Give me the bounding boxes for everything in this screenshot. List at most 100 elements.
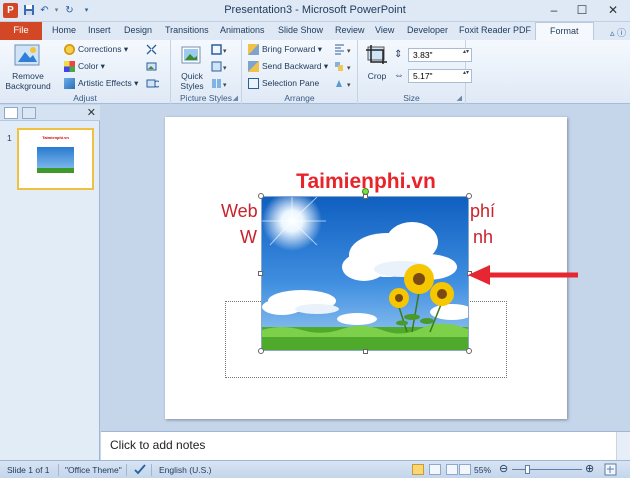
resize-handle-top-left[interactable] xyxy=(258,193,264,199)
tab-review[interactable]: Review xyxy=(335,25,365,35)
maximize-button[interactable]: ☐ xyxy=(567,0,597,21)
zoom-slider-thumb[interactable] xyxy=(525,465,530,474)
picture-styles-group: Quick Styles ▾ ▾ ▾ Picture Styles ◢ xyxy=(171,40,242,104)
resize-handle-bottom-right[interactable] xyxy=(466,348,472,354)
remove-background-button[interactable]: Remove Background xyxy=(2,71,54,91)
slide-show-view-button[interactable] xyxy=(459,464,471,475)
picture-effects-icon[interactable]: ▾ xyxy=(211,61,229,74)
fit-to-window-icon[interactable] xyxy=(604,463,617,478)
tab-format[interactable]: Format xyxy=(535,22,594,41)
tab-file[interactable]: File xyxy=(0,22,42,40)
size-launcher-icon[interactable]: ◢ xyxy=(457,94,462,102)
slide-text-line1-left[interactable]: Web xyxy=(221,201,258,222)
arrange-group-label: Arrange xyxy=(284,93,315,103)
selection-pane-icon xyxy=(248,78,259,90)
notes-scrollbar[interactable] xyxy=(616,432,630,461)
resize-handle-bottom[interactable] xyxy=(363,349,368,354)
rotate-icon[interactable]: ▾ xyxy=(334,78,354,91)
svg-text:▾: ▾ xyxy=(347,65,351,72)
group-objects-icon[interactable]: ▾ xyxy=(334,61,354,74)
tab-home[interactable]: Home xyxy=(52,25,76,35)
crop-button[interactable]: Crop xyxy=(360,71,394,81)
crop-icon[interactable] xyxy=(365,44,389,68)
slide-text-line2-left[interactable]: W xyxy=(240,227,257,248)
corrections-label: Corrections xyxy=(78,44,122,54)
send-backward-label: Send Backward xyxy=(262,61,322,71)
close-pane-icon[interactable]: ✕ xyxy=(87,106,96,119)
slide-thumbnail[interactable]: Taimienphi.vn xyxy=(17,128,94,190)
change-picture-icon[interactable] xyxy=(146,61,157,74)
corrections-button[interactable]: Corrections ▾ xyxy=(64,44,128,56)
adjust-group: Remove Background Corrections ▾ Color ▾ … xyxy=(0,40,171,104)
tab-developer[interactable]: Developer xyxy=(407,25,448,35)
tab-view[interactable]: View xyxy=(375,25,394,35)
notes-pane[interactable]: Click to add notes xyxy=(101,431,630,461)
svg-text:▾: ▾ xyxy=(223,82,227,89)
svg-text:▾: ▾ xyxy=(347,82,351,89)
color-button[interactable]: Color ▾ xyxy=(64,61,105,73)
thumbnail-title: Taimienphi.vn xyxy=(42,135,69,140)
selection-pane-label: Selection Pane xyxy=(262,78,320,88)
tab-foxit-reader-pdf[interactable]: Foxit Reader PDF xyxy=(459,25,531,35)
normal-view-button[interactable] xyxy=(412,464,424,475)
color-palette-icon xyxy=(64,61,75,73)
reset-picture-icon[interactable] xyxy=(146,78,161,91)
notes-placeholder[interactable]: Click to add notes xyxy=(110,438,205,452)
remove-background-icon[interactable] xyxy=(14,44,40,68)
tab-insert[interactable]: Insert xyxy=(88,25,111,35)
ribbon: Remove Background Corrections ▾ Color ▾ … xyxy=(0,40,630,104)
align-icon[interactable]: ▾ xyxy=(334,44,354,57)
tab-slide-show[interactable]: Slide Show xyxy=(278,25,323,35)
zoom-level[interactable]: 55% xyxy=(474,465,491,475)
title-bar: P ↶ ▾ ↻ ▾ Presentation3 - Microsoft Powe… xyxy=(0,0,630,22)
close-button[interactable]: ✕ xyxy=(598,0,628,21)
height-icon: ⇕ xyxy=(394,49,403,60)
thumbnail-picture xyxy=(37,147,74,173)
tab-transitions[interactable]: Transitions xyxy=(165,25,209,35)
zoom-in-icon[interactable]: ⊕ xyxy=(585,462,594,475)
help-icon[interactable]: ▵ ⓘ xyxy=(610,26,626,39)
minimize-button[interactable]: – xyxy=(539,0,569,21)
slide-count: Slide 1 of 1 xyxy=(7,465,50,475)
artistic-effects-button[interactable]: Artistic Effects ▾ xyxy=(64,78,138,90)
quick-styles-button[interactable]: Quick Styles xyxy=(173,71,211,91)
arrange-group: Bring Forward ▾ Send Backward ▾ Selectio… xyxy=(242,40,358,104)
tab-animations[interactable]: Animations xyxy=(220,25,265,35)
zoom-out-icon[interactable]: ⊖ xyxy=(499,462,508,475)
width-field[interactable]: 5.17" xyxy=(408,69,472,83)
bring-forward-button[interactable]: Bring Forward ▾ xyxy=(248,44,322,56)
status-divider xyxy=(151,464,152,476)
picture-layout-icon[interactable]: ▾ xyxy=(211,78,229,91)
height-field[interactable]: 3.83" xyxy=(408,48,472,62)
quick-styles-icon[interactable] xyxy=(181,44,203,68)
resize-handle-left[interactable] xyxy=(258,271,263,276)
resize-handle-top-right[interactable] xyxy=(466,193,472,199)
bring-forward-icon xyxy=(248,44,259,56)
bring-forward-label: Bring Forward xyxy=(262,44,316,54)
send-backward-button[interactable]: Send Backward ▾ xyxy=(248,61,328,73)
slide-number: 1 xyxy=(7,133,12,143)
tab-design[interactable]: Design xyxy=(124,25,152,35)
resize-handle-top[interactable] xyxy=(363,194,368,199)
picture-border-icon[interactable]: ▾ xyxy=(211,44,229,57)
zoom-slider[interactable] xyxy=(512,469,582,470)
slide-sorter-view-button[interactable] xyxy=(429,464,441,475)
selection-pane-button[interactable]: Selection Pane xyxy=(248,78,320,90)
resize-handle-bottom-left[interactable] xyxy=(258,348,264,354)
selected-picture[interactable] xyxy=(261,196,469,351)
slides-pane: ✕ 1 Taimienphi.vn xyxy=(0,105,100,460)
svg-text:▾: ▾ xyxy=(347,48,351,55)
slides-tab[interactable] xyxy=(4,107,18,119)
slides-pane-header: ✕ xyxy=(0,105,100,121)
slide-text-line2-right[interactable]: nh xyxy=(473,227,493,248)
compress-pictures-icon[interactable] xyxy=(146,44,157,57)
size-group-label: Size xyxy=(403,93,420,103)
outline-tab[interactable] xyxy=(22,107,36,119)
spell-check-icon[interactable] xyxy=(134,463,147,477)
reading-view-button[interactable] xyxy=(446,464,458,475)
red-arrow-annotation xyxy=(468,264,580,288)
language[interactable]: English (U.S.) xyxy=(159,465,211,475)
theme-name: "Office Theme" xyxy=(65,465,122,475)
status-divider xyxy=(126,464,127,476)
picture-styles-launcher-icon[interactable]: ◢ xyxy=(233,94,238,102)
